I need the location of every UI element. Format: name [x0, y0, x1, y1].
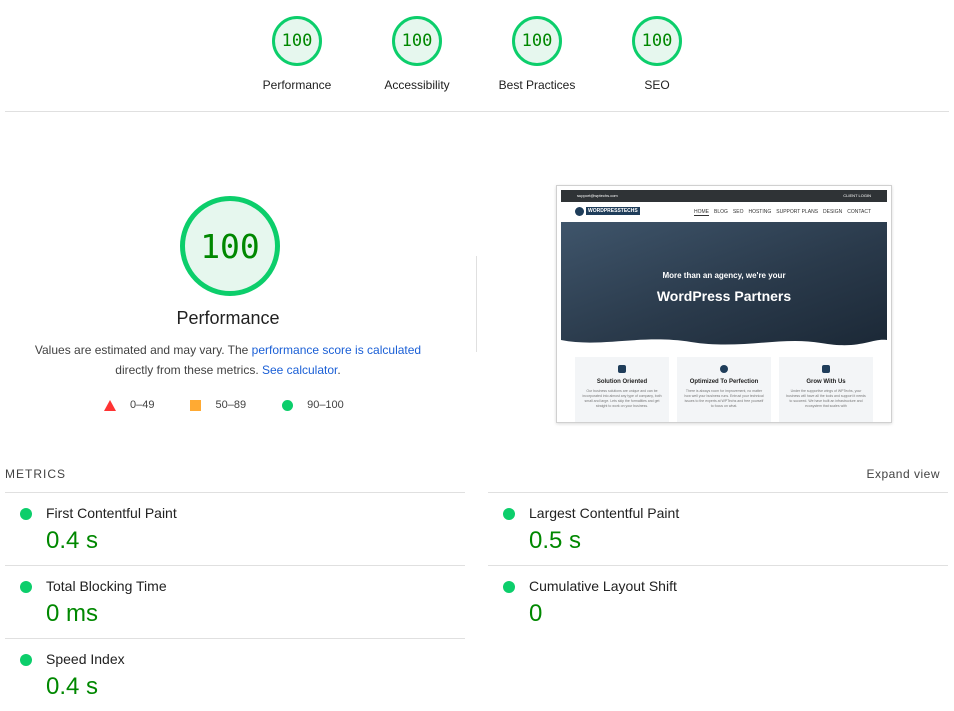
triangle-icon	[104, 399, 116, 411]
explanation-text: directly from these metrics.	[115, 363, 262, 377]
score-explanation: Values are estimated and may vary. The p…	[28, 340, 428, 380]
menu-item: SEO	[732, 209, 744, 215]
circle-icon	[282, 399, 294, 411]
feature-card: Grow With Us Under the supportive wings …	[779, 357, 873, 422]
pass-circle-icon	[503, 581, 515, 593]
feature-cards: Solution Oriented Our business solutions…	[575, 357, 873, 422]
legend-average: 50–89	[190, 399, 246, 411]
menu-item: HOME	[694, 209, 709, 216]
gauge-performance[interactable]: 100 Performance	[237, 16, 357, 92]
menu-item: BLOG	[714, 209, 728, 215]
topbar-login: CLIENT LOGIN	[843, 193, 871, 198]
legend-range: 50–89	[215, 399, 247, 411]
menu-item: SUPPORT PLANS	[776, 209, 819, 215]
menu-item: CONTACT	[847, 209, 871, 215]
expand-view-button[interactable]: Expand view	[866, 467, 940, 481]
menu-item: DESIGN	[823, 209, 843, 215]
card-title: Optimized To Perfection	[689, 379, 759, 385]
metric-value: 0 ms	[46, 600, 99, 627]
logo-icon	[575, 206, 584, 216]
gauge-accessibility[interactable]: 100 Accessibility	[357, 16, 477, 92]
topbar-email: support@wptechs.com	[577, 193, 618, 198]
metric-first-contentful-paint: First Contentful Paint 0.4 s	[5, 493, 445, 565]
clipboard-icon	[618, 365, 626, 373]
performance-score-gauge: 100	[180, 196, 280, 296]
metric-largest-contentful-paint: Largest Contentful Paint 0.5 s	[488, 493, 928, 565]
gauge-label: SEO	[644, 78, 670, 92]
hero-title: WordPress Partners	[656, 288, 792, 304]
legend-fail: 0–49	[104, 399, 154, 411]
square-icon	[190, 399, 202, 411]
metric-value: 0.5 s	[529, 527, 582, 554]
menu-item: HOSTING	[748, 209, 772, 215]
metric-label: First Contentful Paint	[46, 505, 177, 521]
score-legend: 0–49 50–89 90–100	[104, 399, 380, 411]
legend-pass: 90–100	[282, 399, 344, 411]
pass-circle-icon	[20, 654, 32, 666]
explanation-text: .	[337, 363, 341, 377]
final-screenshot[interactable]: support@wptechs.com CLIENT LOGIN WORDPRE…	[556, 185, 892, 423]
site-logo: WORDPRESSTECHS	[575, 206, 640, 216]
gauge-label: Best Practices	[498, 78, 576, 92]
vertical-divider	[476, 256, 477, 352]
pass-circle-icon	[20, 508, 32, 520]
see-calculator-link[interactable]: See calculator	[262, 363, 337, 377]
feature-card: Solution Oriented Our business solutions…	[575, 357, 669, 422]
score-ring: 100	[392, 16, 442, 66]
metric-label: Total Blocking Time	[46, 578, 167, 594]
pass-circle-icon	[20, 581, 32, 593]
score-ring: 100	[512, 16, 562, 66]
card-text: Our business solutions are unique and ca…	[582, 389, 662, 408]
card-text: There is always room for improvement, no…	[684, 389, 764, 408]
metric-value: 0.4 s	[46, 527, 99, 554]
metric-label: Cumulative Layout Shift	[529, 578, 677, 594]
gauge-label: Accessibility	[384, 78, 450, 92]
logo-text: WORDPRESSTECHS	[586, 207, 640, 215]
pass-circle-icon	[503, 508, 515, 520]
site-topbar: support@wptechs.com CLIENT LOGIN	[561, 190, 887, 202]
gauge-best-practices[interactable]: 100 Best Practices	[477, 16, 597, 92]
metric-speed-index: Speed Index 0.4 s	[5, 639, 445, 711]
metric-label: Largest Contentful Paint	[529, 505, 680, 521]
metric-cumulative-layout-shift: Cumulative Layout Shift 0	[488, 566, 928, 638]
metric-value: 0	[529, 600, 543, 627]
hero-wave	[561, 339, 887, 348]
legend-range: 90–100	[307, 399, 344, 411]
legend-range: 0–49	[130, 399, 155, 411]
score-ring: 100	[272, 16, 322, 66]
gauge-seo[interactable]: 100 SEO	[597, 16, 717, 92]
rocket-icon	[822, 365, 830, 373]
explanation-text: Values are estimated and may vary. The	[34, 343, 252, 357]
score-calculated-link[interactable]: performance score is calculated	[252, 343, 421, 357]
site-nav: WORDPRESSTECHS HOME BLOG SEO HOSTING SUP…	[561, 202, 887, 222]
metrics-heading: METRICS	[5, 467, 66, 481]
metric-label: Speed Index	[46, 651, 125, 667]
category-gauges: 100 Performance 100 Accessibility 100 Be…	[0, 0, 954, 112]
gauge-icon	[720, 365, 728, 373]
score-ring: 100	[632, 16, 682, 66]
divider	[5, 111, 949, 112]
card-text: Under the supportive wings of WPTechs, y…	[786, 389, 866, 408]
site-hero: More than an agency, we're your WordPres…	[561, 222, 887, 347]
card-title: Grow With Us	[806, 379, 846, 385]
metric-value: 0.4 s	[46, 673, 99, 700]
metric-total-blocking-time: Total Blocking Time 0 ms	[5, 566, 445, 638]
performance-title: Performance	[176, 308, 280, 328]
feature-card: Optimized To Perfection There is always …	[677, 357, 771, 422]
hero-subtitle: More than an agency, we're your	[662, 271, 786, 280]
site-menu: HOME BLOG SEO HOSTING SUPPORT PLANS DESI…	[689, 209, 871, 216]
gauge-label: Performance	[262, 78, 332, 92]
card-title: Solution Oriented	[596, 379, 648, 385]
